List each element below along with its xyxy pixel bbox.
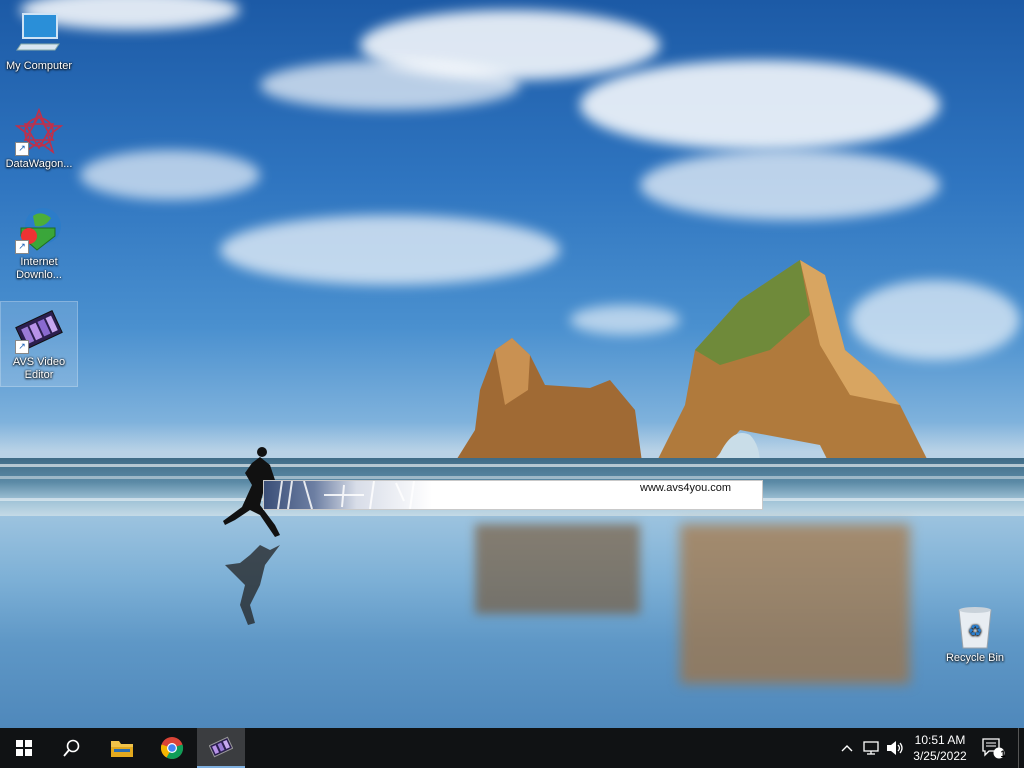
taskbar: 10:51 AM 3/25/2022 1 bbox=[0, 728, 1024, 768]
desktop-icon-label: Internet Downlo... bbox=[16, 256, 62, 281]
notification-count-badge: 1 bbox=[1000, 749, 1006, 759]
show-desktop-button[interactable] bbox=[1018, 728, 1024, 768]
chrome-button[interactable] bbox=[148, 728, 196, 768]
arch-rock bbox=[655, 260, 930, 465]
desktop-wallpaper bbox=[0, 0, 1024, 728]
shortcut-arrow-icon: ↗ bbox=[15, 142, 29, 156]
file-explorer-icon bbox=[111, 741, 133, 757]
shortcut-arrow-icon: ↗ bbox=[15, 340, 29, 354]
avs-video-editor-icon: ↗ bbox=[15, 306, 63, 354]
shortcut-arrow-icon: ↗ bbox=[15, 240, 29, 254]
desktop-icon-label: AVS Video Editor bbox=[12, 356, 66, 381]
recycle-bin-icon: ♻ bbox=[951, 602, 999, 650]
avs-splash-banner: www.avs4you.com bbox=[263, 480, 763, 510]
internet-download-manager-icon: ↗ bbox=[15, 206, 63, 254]
volume-icon bbox=[887, 741, 903, 755]
clock-date: 3/25/2022 bbox=[913, 749, 967, 763]
desktop-icon-label: DataWagon... bbox=[5, 158, 73, 170]
wave bbox=[0, 476, 1024, 479]
desktop-icon-datawagon[interactable]: ↗ DataWagon... bbox=[1, 104, 77, 171]
cloud bbox=[220, 215, 560, 285]
cloud bbox=[640, 150, 940, 220]
datawagon-icon: ↗ bbox=[14, 107, 64, 156]
start-icon bbox=[16, 740, 32, 756]
avs-video-editor-taskbar-button[interactable] bbox=[197, 728, 245, 768]
chrome-icon bbox=[160, 737, 184, 760]
beach-reflection bbox=[0, 516, 1024, 728]
network-icon bbox=[863, 741, 879, 755]
svg-text:♻: ♻ bbox=[968, 621, 982, 640]
rock-reflection bbox=[475, 524, 640, 614]
network-button[interactable] bbox=[860, 728, 882, 768]
avs-video-editor-icon bbox=[209, 736, 233, 758]
desktop-icon-label: Recycle Bin bbox=[945, 652, 1005, 664]
splash-url: www.avs4you.com bbox=[640, 482, 732, 494]
desktop-icon-label: My Computer bbox=[5, 60, 73, 72]
wave bbox=[0, 464, 1024, 467]
small-rock bbox=[455, 338, 642, 462]
volume-button[interactable] bbox=[884, 728, 906, 768]
cloud bbox=[80, 150, 260, 200]
desktop-icon-recycle-bin[interactable]: ♻ Recycle Bin bbox=[937, 598, 1013, 665]
taskbar-clock[interactable]: 10:51 AM 3/25/2022 bbox=[906, 732, 974, 764]
computer-icon bbox=[15, 10, 63, 58]
show-hidden-icons-button[interactable] bbox=[838, 728, 856, 768]
cloud bbox=[260, 60, 520, 110]
desktop-icon-internet-download-manager[interactable]: ↗ Internet Downlo... bbox=[1, 202, 77, 282]
splash-graphic bbox=[264, 480, 432, 510]
desktop-icon-my-computer[interactable]: My Computer bbox=[1, 6, 77, 73]
desktop-icon-avs-video-editor[interactable]: ↗ AVS Video Editor bbox=[0, 301, 78, 387]
file-explorer-button[interactable] bbox=[98, 728, 146, 768]
rock-reflection bbox=[680, 524, 910, 684]
search-button[interactable] bbox=[48, 728, 96, 768]
runner-silhouette bbox=[223, 447, 280, 625]
action-center-button[interactable]: 1 bbox=[978, 728, 1008, 768]
search-icon bbox=[63, 739, 80, 757]
cloud bbox=[580, 60, 940, 150]
clock-time: 10:51 AM bbox=[914, 733, 966, 747]
chevron-up-icon bbox=[841, 745, 853, 752]
start-button[interactable] bbox=[0, 728, 48, 768]
